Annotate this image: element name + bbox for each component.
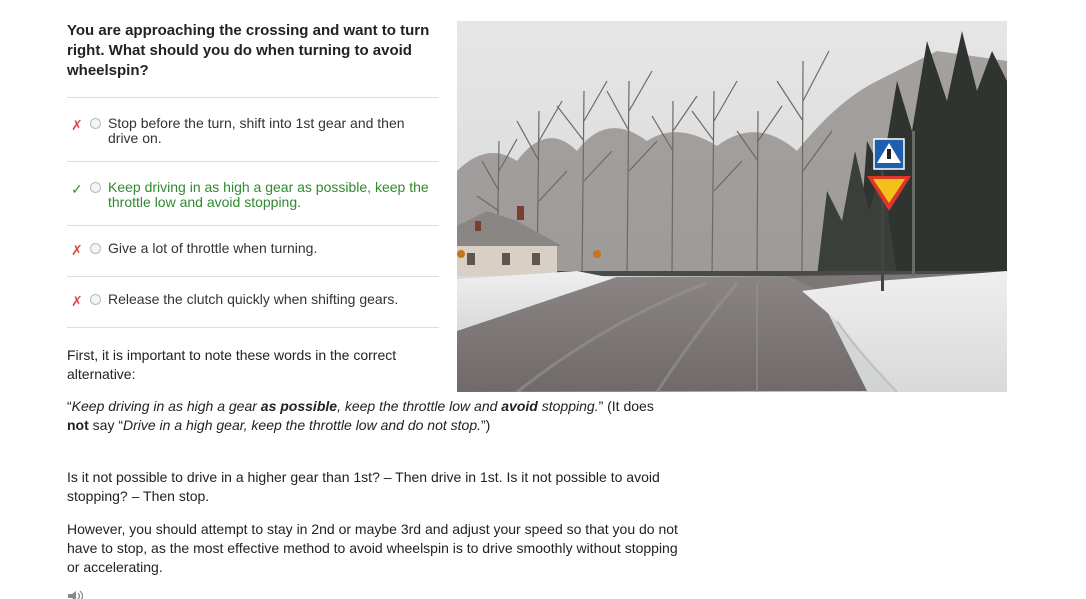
explanation-intro: First, it is important to note these wor… <box>67 347 397 382</box>
quote-emphasis-2: avoid <box>501 398 538 414</box>
quote-end: ”) <box>481 417 491 433</box>
explanation-paragraph-3: However, you should attempt to stay in 2… <box>67 521 678 575</box>
quote-part-1: Keep driving in as high a gear <box>71 398 261 414</box>
quote-close: ” (It does <box>598 398 654 414</box>
radio-button[interactable] <box>90 243 101 254</box>
answer-option-4[interactable]: ✗ Release the clutch quickly when shifti… <box>67 276 439 328</box>
question-text: You are approaching the crossing and wan… <box>67 22 430 79</box>
speaker-icon[interactable] <box>67 590 85 599</box>
wrong-mark-icon: ✗ <box>71 242 83 258</box>
not-emphasis: not <box>67 417 89 433</box>
answer-text: Keep driving in as high a gear as possib… <box>108 179 429 210</box>
quiz-page: You are approaching the crossing and wan… <box>0 0 1086 599</box>
explanation-paragraph-2: Is it not possible to drive in a higher … <box>67 469 660 504</box>
explanation-quote: “Keep driving in as high a gear as possi… <box>67 397 667 435</box>
quote-counter-example: Drive in a high gear, keep the throttle … <box>123 417 482 433</box>
radio-button[interactable] <box>90 118 101 129</box>
radio-button[interactable] <box>90 182 101 193</box>
question-photo <box>457 21 1007 392</box>
answer-option-3[interactable]: ✗ Give a lot of throttle when turning. <box>67 225 439 276</box>
radio-button[interactable] <box>90 294 101 305</box>
quote-say: say “ <box>88 417 123 433</box>
quote-part-2: , keep the throttle low and <box>337 398 502 414</box>
wrong-mark-icon: ✗ <box>71 117 83 133</box>
answer-option-2[interactable]: ✓ Keep driving in as high a gear as poss… <box>67 161 439 225</box>
answer-list: ✗ Stop before the turn, shift into 1st g… <box>67 97 439 328</box>
wrong-mark-icon: ✗ <box>71 293 83 309</box>
quote-part-3: stopping. <box>537 398 599 414</box>
answer-option-1[interactable]: ✗ Stop before the turn, shift into 1st g… <box>67 97 439 161</box>
correct-mark-icon: ✓ <box>71 181 83 197</box>
answer-text: Release the clutch quickly when shifting… <box>108 291 399 307</box>
quote-emphasis-1: as possible <box>260 398 338 414</box>
answer-text: Give a lot of throttle when turning. <box>108 240 318 256</box>
answer-text: Stop before the turn, shift into 1st gea… <box>108 115 405 146</box>
